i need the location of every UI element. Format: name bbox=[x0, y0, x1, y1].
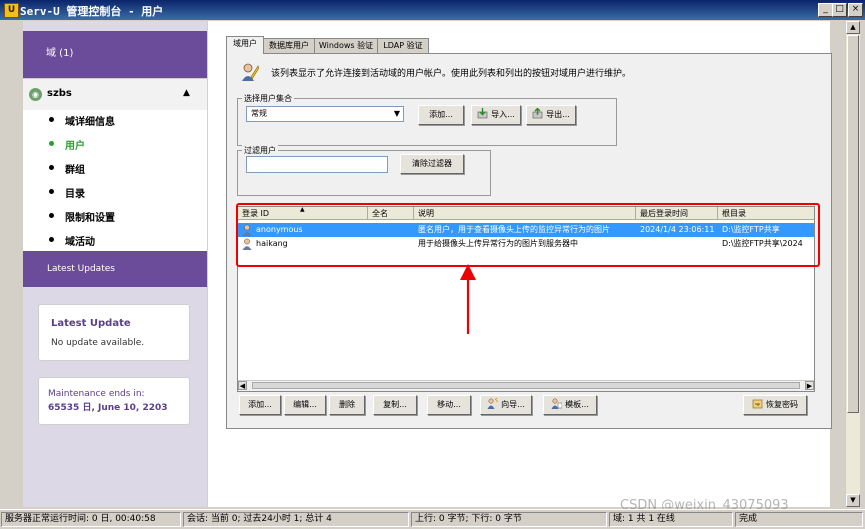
filter-input[interactable] bbox=[246, 156, 388, 173]
tab-database-users[interactable]: 数据库用户 bbox=[263, 38, 315, 54]
import-button[interactable]: 导入... bbox=[471, 105, 521, 125]
template-label: 模板... bbox=[565, 400, 589, 409]
scroll-up-icon[interactable]: ▲ bbox=[846, 21, 860, 34]
sidebar-item-limits[interactable]: 限制和设置 bbox=[23, 206, 207, 226]
sidebar-menu: 域详细信息 用户 群组 目录 限制和设置 域活动 bbox=[23, 110, 207, 251]
latest-updates-label: Latest Updates bbox=[47, 264, 115, 274]
status-domains: 域: 1 共 1 在线 bbox=[609, 512, 733, 527]
sidebar-item-label: 限制和设置 bbox=[65, 213, 115, 224]
move-user-button[interactable]: 移动... bbox=[427, 395, 471, 415]
bullet-icon bbox=[49, 141, 54, 146]
user-collection-group: 选择用户集合 常规 ▼ 添加... 导入... 导出... bbox=[237, 93, 617, 146]
status-transfer: 上行: 0 字节; 下行: 0 字节 bbox=[411, 512, 607, 527]
status-bar: 服务器正常运行时间: 0 日, 00:40:58 会话: 当前 0; 过去24小… bbox=[0, 509, 865, 529]
vertical-scrollbar[interactable]: ▲ ▼ bbox=[845, 21, 860, 507]
bullet-icon bbox=[49, 165, 54, 170]
add-user-button[interactable]: 添加... bbox=[239, 395, 281, 415]
status-uptime: 服务器正常运行时间: 0 日, 00:40:58 bbox=[1, 512, 181, 527]
wizard-button[interactable]: 向导... bbox=[480, 395, 532, 415]
minimize-button[interactable]: _ bbox=[818, 3, 833, 17]
tab-ldap-auth[interactable]: LDAP 验证 bbox=[377, 38, 429, 54]
wizard-label: 向导... bbox=[501, 400, 525, 409]
maintenance-date: 65535 日, June 10, 2203 bbox=[48, 403, 168, 413]
sidebar-item-users[interactable]: 用户 bbox=[23, 134, 207, 154]
recover-password-button[interactable]: 恢复密码 bbox=[743, 395, 807, 415]
close-button[interactable]: × bbox=[848, 3, 863, 17]
dropdown-arrow-icon: ▼ bbox=[393, 109, 400, 118]
delete-user-button[interactable]: 删除 bbox=[329, 395, 365, 415]
horizontal-scrollbar[interactable]: ◀ ▶ bbox=[238, 380, 814, 391]
scroll-down-icon[interactable]: ▼ bbox=[846, 494, 860, 507]
export-label: 导出... bbox=[546, 110, 570, 119]
user-collection-value: 常规 bbox=[251, 109, 267, 118]
import-label: 导入... bbox=[491, 110, 515, 119]
status-done: 完成 bbox=[735, 512, 863, 527]
clear-filter-button[interactable]: 清除过滤器 bbox=[400, 154, 464, 174]
wizard-icon bbox=[487, 398, 499, 409]
latest-update-card: Latest Update No update available. bbox=[38, 304, 190, 361]
bullet-icon bbox=[49, 117, 54, 122]
caret-up-icon[interactable]: ▲ bbox=[183, 88, 190, 98]
bullet-icon bbox=[49, 213, 54, 218]
maintenance-label: Maintenance ends in: bbox=[48, 389, 145, 399]
red-arrow-icon bbox=[460, 264, 476, 334]
sidebar-item-label: 群组 bbox=[65, 165, 85, 176]
latest-update-title: Latest Update bbox=[51, 318, 131, 329]
collection-add-button[interactable]: 添加... bbox=[418, 105, 464, 125]
latest-update-text: No update available. bbox=[51, 338, 145, 348]
sidebar-server[interactable]: ◉ szbs ▲ bbox=[23, 78, 207, 111]
latest-updates-header[interactable]: Latest Updates bbox=[23, 251, 207, 287]
sidebar-item-groups[interactable]: 群组 bbox=[23, 158, 207, 178]
recover-password-label: 恢复密码 bbox=[766, 400, 798, 409]
edit-user-button[interactable]: 编辑... bbox=[284, 395, 326, 415]
sidebar-item-directories[interactable]: 目录 bbox=[23, 182, 207, 202]
user-collection-legend: 选择用户集合 bbox=[242, 93, 294, 104]
filter-legend: 过滤用户 bbox=[242, 145, 278, 156]
user-collection-select[interactable]: 常规 ▼ bbox=[246, 106, 404, 122]
template-button[interactable]: 模板... bbox=[543, 395, 597, 415]
export-icon bbox=[532, 108, 543, 119]
filter-group: 过滤用户 清除过滤器 bbox=[237, 145, 491, 196]
sidebar-server-label: szbs bbox=[47, 88, 72, 99]
template-icon bbox=[551, 398, 563, 409]
export-button[interactable]: 导出... bbox=[526, 105, 576, 125]
sidebar: 域 (1) ◉ szbs ▲ 域详细信息 用户 群组 目录 限制和设置 域活动 … bbox=[23, 21, 207, 507]
tab-domain-users[interactable]: 域用户 bbox=[226, 36, 264, 54]
status-sessions: 会话: 当前 0; 过去24小时 1; 总计 4 bbox=[183, 512, 409, 527]
scroll-right-icon[interactable]: ▶ bbox=[805, 381, 814, 390]
sidebar-item-label: 目录 bbox=[65, 189, 85, 200]
bullet-icon bbox=[49, 189, 54, 194]
sidebar-domain-label: 域 (1) bbox=[46, 48, 74, 59]
sidebar-item-domain-details[interactable]: 域详细信息 bbox=[23, 110, 207, 130]
import-icon bbox=[477, 108, 488, 119]
maintenance-card: Maintenance ends in: 65535 日, June 10, 2… bbox=[38, 377, 190, 425]
sidebar-item-label: 用户 bbox=[65, 141, 85, 152]
sidebar-item-label: 域详细信息 bbox=[65, 117, 115, 128]
window-title: Serv-U 管理控制台 - 用户 bbox=[20, 5, 164, 18]
app-icon: U bbox=[4, 3, 19, 18]
title-bar: U Serv-U 管理控制台 - 用户 _ □ × bbox=[0, 0, 865, 20]
key-icon bbox=[752, 399, 763, 409]
info-text: 该列表显示了允许连接到活动域的用户帐户。使用此列表和列出的按钮对域用户进行维护。 bbox=[271, 69, 632, 79]
user-pencil-icon bbox=[242, 63, 259, 81]
scroll-left-icon[interactable]: ◀ bbox=[238, 381, 247, 390]
scrollbar-thumb[interactable] bbox=[847, 35, 859, 413]
highlight-box bbox=[236, 203, 820, 267]
copy-user-button[interactable]: 复制... bbox=[373, 395, 417, 415]
globe-icon: ◉ bbox=[29, 88, 42, 101]
sidebar-domain[interactable]: 域 (1) bbox=[23, 31, 207, 78]
sidebar-item-label: 域活动 bbox=[65, 237, 95, 248]
tab-windows-auth[interactable]: Windows 验证 bbox=[314, 38, 378, 54]
bullet-icon bbox=[49, 237, 54, 242]
maximize-button[interactable]: □ bbox=[832, 3, 847, 17]
scrollbar-thumb[interactable] bbox=[252, 382, 800, 389]
sidebar-item-activity[interactable]: 域活动 bbox=[23, 230, 207, 250]
